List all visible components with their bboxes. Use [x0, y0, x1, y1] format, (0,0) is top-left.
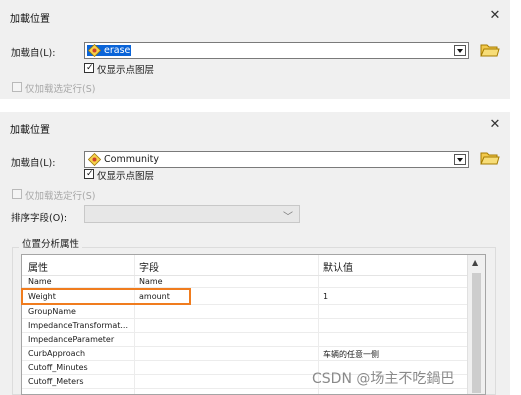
load-from-label: 加载自(L): [11, 48, 56, 59]
dialog-title: 加載位置 [10, 125, 50, 136]
table-row[interactable]: ImpedanceParameter [22, 333, 467, 347]
sort-field-label: 排序字段(O): [11, 213, 68, 224]
chevron-down-icon: ﹀ [283, 212, 293, 223]
chevron-down-icon[interactable] [454, 154, 466, 165]
scroll-up-icon[interactable]: ▲ [472, 258, 478, 267]
table-row[interactable]: GroupName [22, 305, 467, 319]
scrollbar-thumb[interactable] [472, 273, 481, 393]
sort-field-dropdown[interactable]: ﹀ [84, 205, 300, 223]
chevron-down-icon[interactable] [454, 45, 466, 56]
load-from-value: Community [104, 154, 159, 165]
separator-gap [0, 99, 521, 112]
table-row[interactable]: Name Name [22, 276, 467, 288]
only-points-label: 仅显示点图层 [97, 65, 155, 76]
load-locations-dialog-2: 加載位置 ✕ 加载自(L): Community ✓ 仅显示点图层 仅加载选定行… [0, 112, 510, 395]
dialog-title: 加載位置 [10, 14, 50, 25]
group-title: 位置分析属性 [19, 236, 83, 250]
attribute-cell: ImpedanceTransformat... [28, 321, 128, 330]
load-locations-dialog-1: 加載位置 ✕ 加载自(L): erase ✓ 仅显示点图层 仅加载选定行(S) [0, 0, 510, 99]
close-icon[interactable]: ✕ [488, 9, 502, 23]
watermark: CSDN @场主不吃鍋巴 [312, 371, 455, 387]
check-icon: ✓ [86, 63, 94, 73]
attribute-cell: ImpedanceParameter [28, 335, 115, 344]
attribute-cell: Cutoff_Minutes [28, 363, 88, 372]
layer-icon [88, 153, 101, 166]
attribute-cell: Cutoff_Meters [28, 377, 84, 386]
only-selected-checkbox[interactable] [12, 82, 22, 92]
weight-row-highlight [21, 288, 191, 305]
column-header-default[interactable]: 默认值 [323, 259, 353, 274]
table-row[interactable]: CurbApproach 车辆的任意一侧 [22, 347, 467, 361]
only-points-checkbox[interactable]: ✓ [84, 169, 94, 179]
default-cell[interactable]: 车辆的任意一侧 [323, 349, 379, 360]
load-from-label: 加载自(L): [11, 158, 56, 169]
load-from-combobox[interactable]: Community [84, 151, 469, 168]
default-cell[interactable]: 1 [323, 292, 328, 301]
load-from-combobox[interactable]: erase [84, 42, 469, 59]
only-points-checkbox[interactable]: ✓ [84, 63, 94, 73]
table-row[interactable]: ImpedanceTransformat... [22, 319, 467, 333]
field-cell[interactable]: Name [139, 277, 163, 286]
attribute-cell: Name [28, 277, 52, 286]
open-folder-icon[interactable] [478, 40, 500, 60]
column-header-field[interactable]: 字段 [139, 259, 159, 274]
only-selected-label: 仅加载选定行(S) [25, 84, 96, 95]
attribute-cell: GroupName [28, 307, 76, 316]
attribute-cell: CurbApproach [28, 349, 86, 358]
grid-header: 属性 字段 默认值 [22, 255, 467, 276]
only-selected-label: 仅加载选定行(S) [25, 191, 96, 202]
only-points-label: 仅显示点图层 [97, 171, 155, 182]
vertical-scrollbar[interactable]: ▲ [467, 255, 485, 394]
column-header-attribute[interactable]: 属性 [28, 259, 48, 274]
only-selected-checkbox[interactable] [12, 189, 22, 199]
load-from-value: erase [104, 45, 131, 56]
open-folder-icon[interactable] [478, 148, 500, 168]
close-icon[interactable]: ✕ [488, 118, 502, 132]
layer-icon [88, 44, 101, 57]
check-icon: ✓ [86, 169, 94, 179]
